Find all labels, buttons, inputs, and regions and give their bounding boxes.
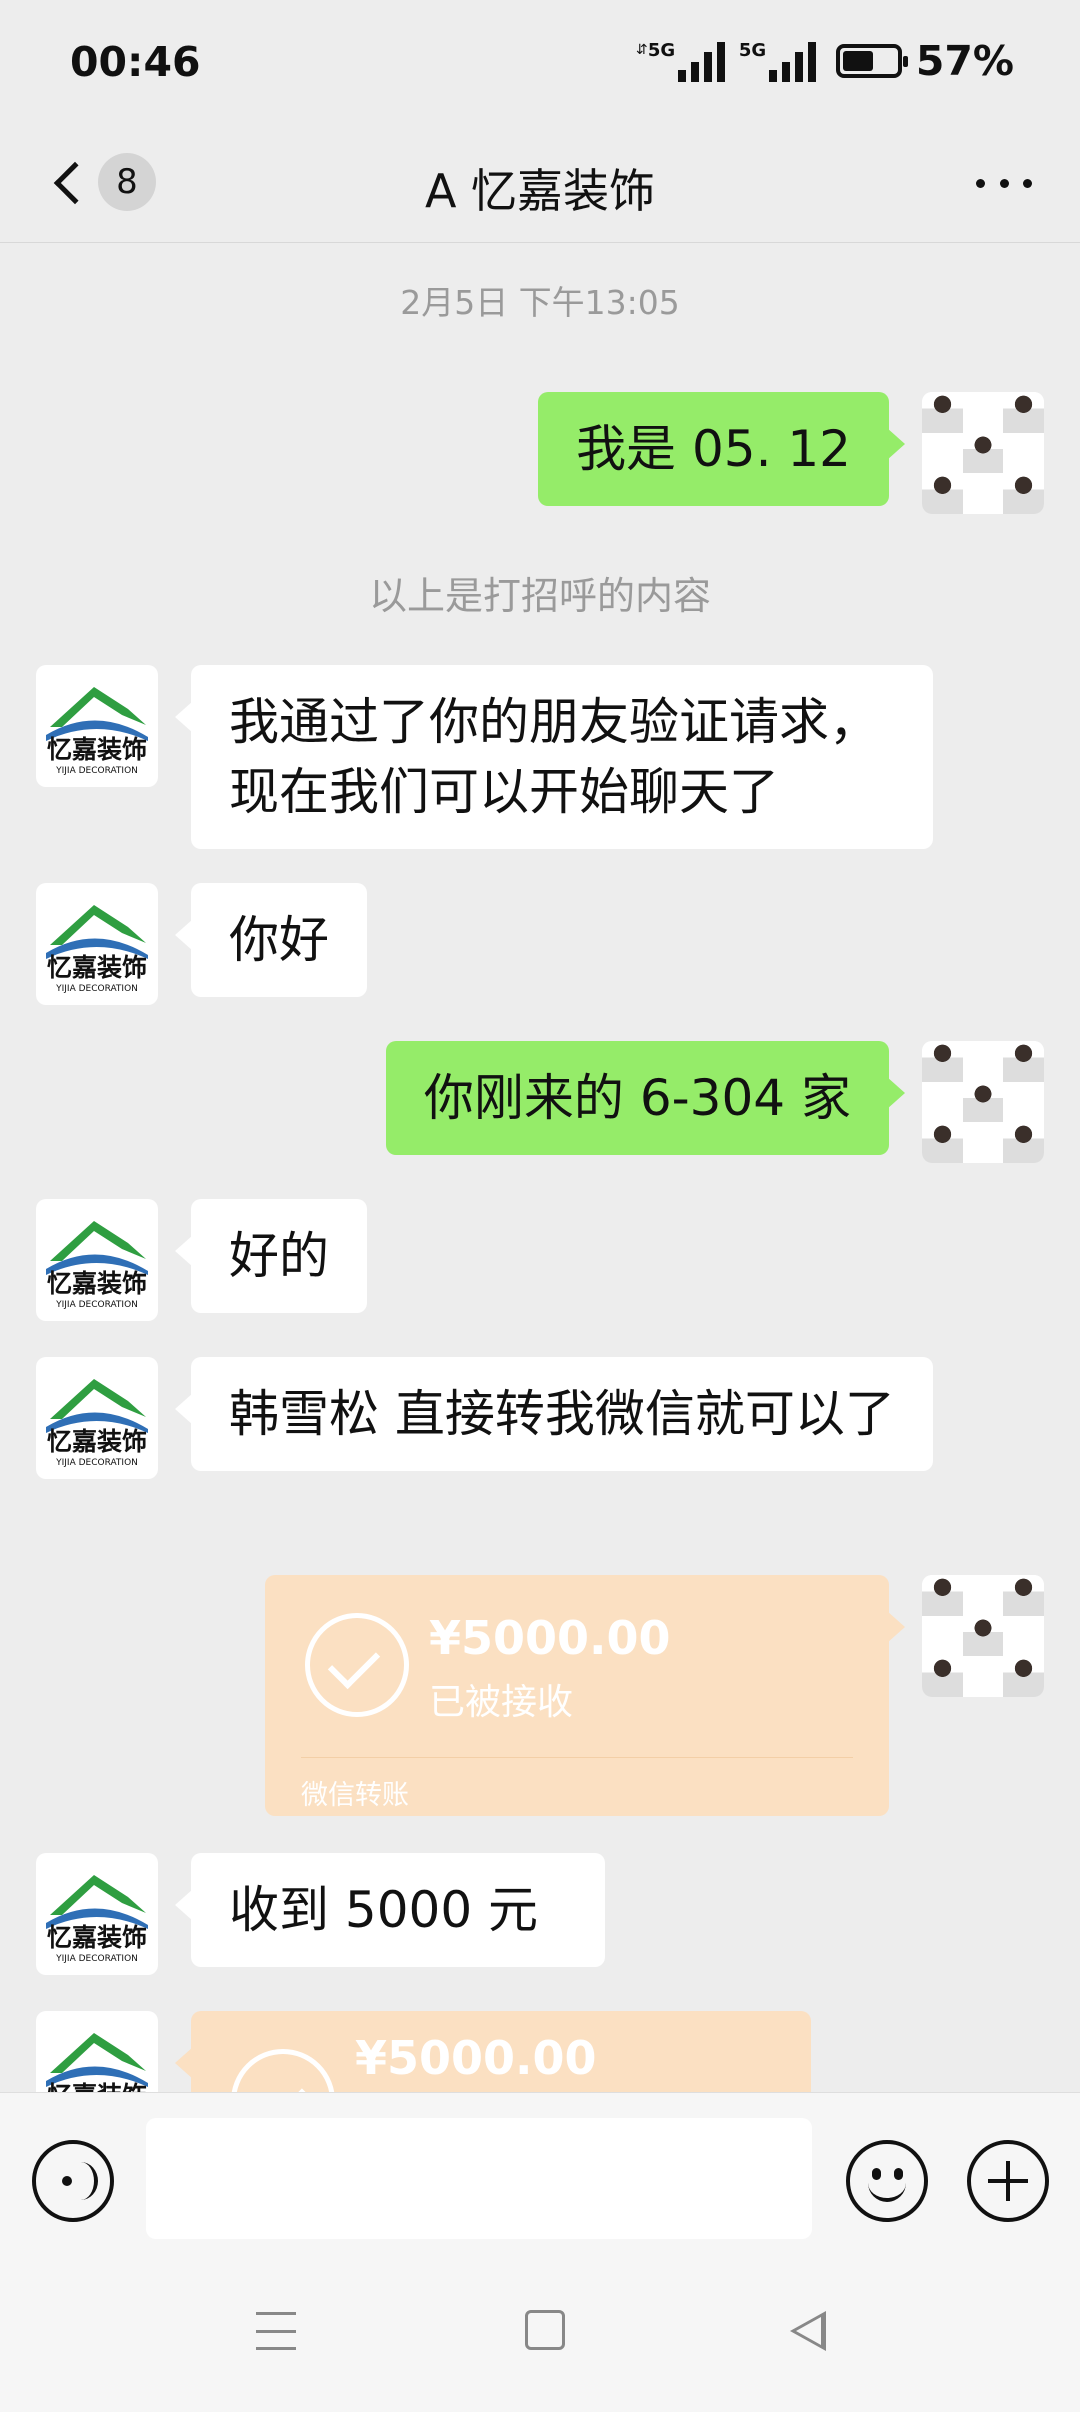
- emoji-icon[interactable]: [846, 2140, 928, 2222]
- contact-avatar[interactable]: 忆嘉装饰 YIJIA DECORATION: [36, 2011, 158, 2092]
- system-nav-bar: [0, 2256, 1080, 2412]
- check-circle-icon: [305, 1613, 409, 1717]
- more-button[interactable]: [968, 155, 1040, 211]
- transfer-card[interactable]: ¥5000.00 已被接收 微信转账: [265, 1575, 905, 1816]
- signal-icon: ⇵ 5G: [636, 40, 725, 82]
- voice-icon[interactable]: [32, 2140, 114, 2222]
- transfer-card[interactable]: ¥5000.00: [175, 2011, 811, 2092]
- transfer-amount: ¥5000.00: [355, 2031, 597, 2085]
- contact-avatar[interactable]: 忆嘉装饰 YIJIA DECORATION: [36, 883, 158, 1005]
- plus-icon[interactable]: [967, 2140, 1049, 2222]
- transfer-divider: [301, 1757, 853, 1758]
- company-logo-text: 忆嘉装饰: [47, 735, 147, 764]
- my-message-bubble[interactable]: 我是 05. 12: [538, 392, 905, 506]
- home-icon[interactable]: [525, 2310, 565, 2350]
- company-logo-subtext: YIJIA DECORATION: [55, 766, 138, 776]
- contact-avatar[interactable]: 忆嘉装饰 YIJIA DECORATION: [36, 1853, 158, 1975]
- company-logo-icon: 忆嘉装饰 YIJIA DECORATION: [46, 1379, 148, 1468]
- transfer-status: 已被接收: [429, 1682, 574, 1723]
- data-arrows-icon: ⇵: [635, 42, 648, 58]
- my-avatar[interactable]: [922, 1041, 1044, 1163]
- my-avatar[interactable]: [922, 1575, 1044, 1697]
- recent-apps-icon[interactable]: [256, 2312, 296, 2350]
- contact-avatar[interactable]: 忆嘉装饰 YIJIA DECORATION: [36, 1357, 158, 1479]
- status-icons: ⇵ 5G 5G 57%: [636, 36, 1014, 86]
- contact-avatar[interactable]: 忆嘉装饰 YIJIA DECORATION: [36, 665, 158, 787]
- my-message-bubble[interactable]: 你刚来的 6-304 家: [385, 1041, 906, 1155]
- my-avatar-image: [922, 1041, 1044, 1163]
- contact-message-bubble[interactable]: 韩雪松 直接转我微信就可以了: [175, 1357, 933, 1471]
- more-dot-icon: [1023, 178, 1032, 188]
- signal-icon-2: 5G: [739, 40, 816, 82]
- check-circle-icon: [231, 2049, 335, 2092]
- message-list[interactable]: 2月5日 下午13:05 我是 05. 12 以上是打招呼的内容 忆嘉装饰 YI…: [0, 243, 1080, 2092]
- my-avatar-image: [922, 1575, 1044, 1697]
- more-dot-icon: [999, 178, 1009, 188]
- message-timestamp: 2月5日 下午13:05: [400, 283, 680, 322]
- contact-message-bubble[interactable]: 好的: [175, 1199, 367, 1313]
- company-logo-text: 忆嘉装饰: [47, 2081, 147, 2092]
- battery-fill: [842, 51, 873, 71]
- company-logo-subtext: YIJIA DECORATION: [55, 984, 138, 994]
- company-logo-text: 忆嘉装饰: [47, 1269, 147, 1298]
- company-logo-icon: 忆嘉装饰 YIJIA DECORATION: [46, 1875, 148, 1964]
- company-logo-icon: 忆嘉装饰 YIJIA DECORATION: [46, 905, 148, 994]
- company-logo-subtext: YIJIA DECORATION: [55, 1954, 138, 1964]
- contact-message-bubble[interactable]: 收到 5000 元: [175, 1853, 605, 1967]
- my-avatar-image: [922, 392, 1044, 514]
- battery-percent: 57%: [915, 37, 1014, 85]
- contact-message-bubble[interactable]: 我通过了你的朋友验证请求，现在我们可以开始聊天了: [175, 665, 933, 849]
- my-avatar[interactable]: [922, 392, 1044, 514]
- transfer-amount: ¥5000.00: [429, 1611, 671, 1665]
- company-logo-text: 忆嘉装饰: [47, 1923, 147, 1952]
- greeting-note: 以上是打招呼的内容: [368, 574, 711, 618]
- signal-label: 5G: [647, 40, 676, 61]
- chat-header: 8 A 忆嘉装饰: [0, 125, 1080, 243]
- battery-icon: [835, 44, 908, 78]
- company-logo-text: 忆嘉装饰: [47, 1427, 147, 1456]
- input-bar: [0, 2092, 1080, 2256]
- nav-back-icon[interactable]: [790, 2311, 826, 2351]
- more-dot-icon: [976, 178, 985, 188]
- company-logo-subtext: YIJIA DECORATION: [55, 1458, 138, 1468]
- contact-avatar[interactable]: 忆嘉装饰 YIJIA DECORATION: [36, 1199, 158, 1321]
- status-bar: 00:46 ⇵ 5G 5G 57%: [0, 0, 1080, 125]
- company-logo-subtext: YIJIA DECORATION: [55, 1300, 138, 1310]
- transfer-footer: 微信转账: [301, 1780, 409, 1811]
- company-logo-icon: 忆嘉装饰 YIJIA DECORATION: [46, 1221, 148, 1310]
- status-time: 00:46: [70, 38, 201, 86]
- company-logo-icon: 忆嘉装饰 YIJIA DECORATION: [46, 2033, 148, 2092]
- company-logo-icon: 忆嘉装饰 YIJIA DECORATION: [46, 687, 148, 776]
- message-input[interactable]: [146, 2118, 812, 2239]
- chat-title: A 忆嘉装饰: [424, 164, 656, 218]
- contact-message-bubble[interactable]: 你好: [175, 883, 367, 997]
- signal-label-2: 5G: [738, 40, 767, 61]
- company-logo-text: 忆嘉装饰: [47, 953, 147, 982]
